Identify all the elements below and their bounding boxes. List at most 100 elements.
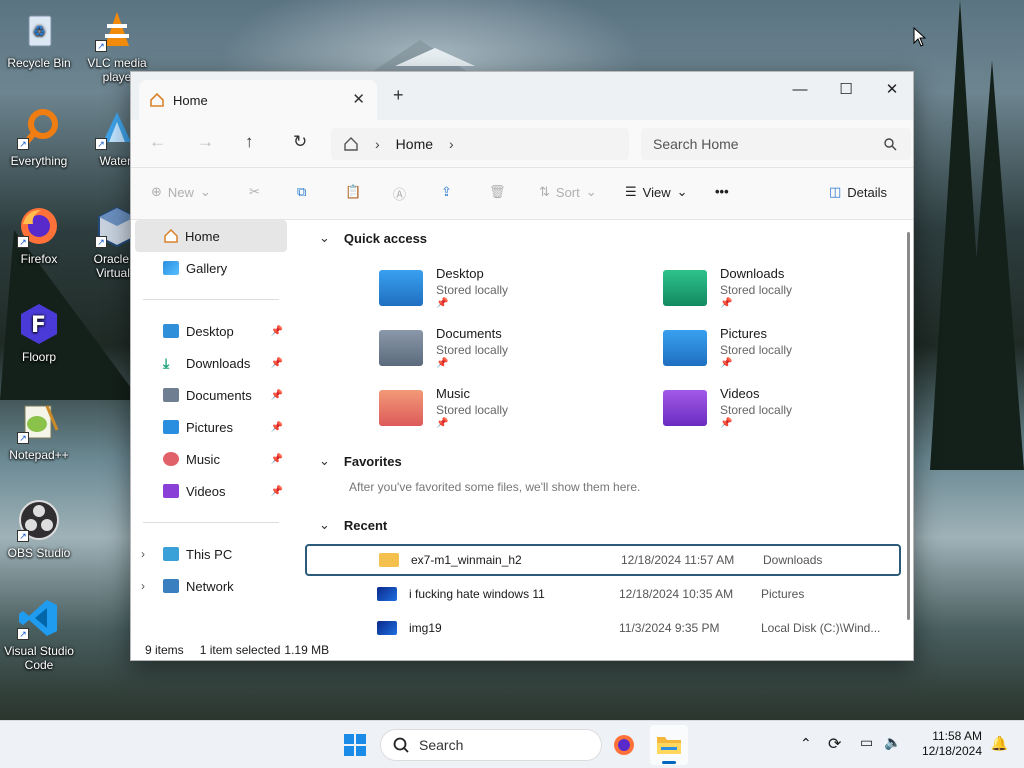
taskbar-firefox[interactable] (612, 733, 636, 760)
sidebar-item-videos[interactable]: Videos 📌 (131, 475, 291, 507)
pc-icon (163, 547, 179, 561)
pin-icon[interactable]: 📌 (271, 422, 283, 433)
desktop-icon-floorp[interactable]: F Floorp (2, 302, 76, 364)
status-bar: 9 items 1 item selected 1.19 MB (131, 638, 915, 662)
pin-icon[interactable]: 📌 (271, 358, 283, 369)
sidebar-item-downloads[interactable]: ⤓ Downloads 📌 (131, 347, 291, 379)
sidebar-item-network[interactable]: › Network (131, 570, 291, 602)
pin-icon[interactable]: 📌 (271, 390, 283, 401)
quick-access-item[interactable]: Videos Stored locally 📌 (663, 386, 792, 429)
forward-button[interactable]: → (197, 132, 214, 152)
sync-status-icon[interactable]: ⟳ (828, 734, 841, 754)
desktop-icon-label: OBS Studio (7, 546, 71, 560)
close-window-button[interactable]: ✕ (869, 76, 915, 106)
quick-access-item[interactable]: Documents Stored locally 📌 (379, 326, 508, 369)
vlc-icon: ↗ (95, 8, 139, 52)
music-icon (163, 452, 179, 466)
chevron-right-icon[interactable]: › (141, 579, 145, 593)
quick-access-item[interactable]: Music Stored locally 📌 (379, 386, 508, 429)
quick-access-item[interactable]: Desktop Stored locally 📌 (379, 266, 508, 309)
cut-button[interactable]: ✂ (249, 184, 260, 200)
share-icon: ⇪ (441, 184, 452, 199)
sidebar-item-home[interactable]: Home (135, 220, 287, 252)
sidebar-item-this-pc[interactable]: › This PC (131, 538, 291, 570)
sidebar-item-music[interactable]: Music 📌 (131, 443, 291, 475)
home-icon (344, 137, 358, 151)
pin-icon[interactable]: 📌 (271, 486, 283, 497)
new-tab-button[interactable]: + (393, 85, 404, 106)
desktop-icon-firefox[interactable]: ↗ Firefox (2, 204, 76, 266)
desktop-icon-notepadpp[interactable]: ↗ Notepad++ (2, 400, 76, 462)
recycle-bin-icon: ♻ (17, 8, 61, 52)
vertical-scrollbar[interactable] (907, 232, 910, 620)
minimize-button[interactable]: — (777, 76, 823, 106)
sort-button[interactable]: ⇅ Sort ⌄ (539, 184, 597, 200)
recent-row[interactable]: i fucking hate windows 11 12/18/2024 10:… (305, 578, 901, 610)
sidebar-item-pictures[interactable]: Pictures 📌 (131, 411, 291, 443)
favorites-empty-text: After you've favorited some files, we'll… (349, 480, 641, 494)
chevron-down-icon[interactable]: ⌄ (319, 230, 330, 246)
desktop-icon-recycle-bin[interactable]: ♻ Recycle Bin (2, 8, 76, 70)
address-bar: ← → ↑ ↻ › Home › Search Home (131, 120, 913, 168)
search-input[interactable]: Search Home (641, 128, 911, 160)
tab-home[interactable]: Home ✕ (139, 80, 377, 120)
desktop-icon-obs[interactable]: ↗ OBS Studio (2, 498, 76, 560)
maximize-button[interactable]: ☐ (823, 76, 869, 106)
pin-icon[interactable]: 📌 (271, 326, 283, 337)
show-hidden-icons-button[interactable]: ⌃ (800, 735, 812, 752)
refresh-button[interactable]: ↻ (293, 132, 307, 152)
notification-bell-icon[interactable]: 🔔 (991, 735, 1008, 752)
chevron-down-icon[interactable]: ⌄ (319, 517, 330, 533)
up-button[interactable]: ↑ (245, 132, 254, 152)
share-button[interactable]: ⇪ (441, 184, 452, 200)
breadcrumb-chevron[interactable]: › (449, 136, 454, 152)
obs-icon: ↗ (17, 498, 61, 542)
chevron-right-icon[interactable]: › (141, 547, 145, 561)
desktop-icon-vscode[interactable]: ↗ Visual Studio Code (2, 596, 76, 672)
trash-icon: 🗑 (489, 184, 506, 199)
paste-button[interactable]: 📋 (345, 184, 361, 200)
delete-button[interactable]: 🗑 (489, 184, 506, 200)
taskbar-search[interactable]: Search (380, 729, 602, 761)
clock[interactable]: 11:58 AM 12/18/2024 (922, 729, 982, 759)
notepadpp-icon: ↗ (17, 400, 61, 444)
sidebar-item-gallery[interactable]: Gallery (131, 252, 291, 284)
firefox-icon: ↗ (17, 204, 61, 248)
copy-button[interactable]: ⧉ (297, 184, 306, 200)
new-button[interactable]: ⊕ New ⌄ (151, 184, 211, 200)
search-icon (884, 137, 897, 150)
gallery-icon (163, 261, 179, 275)
start-button[interactable] (344, 734, 366, 756)
recent-row[interactable]: ex7-m1_winmain_h2 12/18/2024 11:57 AM Do… (305, 544, 901, 576)
sidebar-item-desktop[interactable]: Desktop 📌 (131, 315, 291, 347)
section-favorites[interactable]: ⌄ Favorites (319, 453, 402, 469)
everything-search-icon: ↗ (17, 106, 61, 150)
pin-icon: 📌 (720, 358, 733, 369)
breadcrumb[interactable]: › Home › (331, 128, 629, 160)
back-button[interactable]: ← (149, 132, 166, 152)
breadcrumb-home[interactable]: Home (396, 136, 433, 152)
breadcrumb-separator: › (375, 136, 380, 152)
folder-icon (657, 737, 681, 754)
desktop-icon-everything[interactable]: ↗ Everything (2, 106, 76, 168)
quick-access-item[interactable]: Pictures Stored locally 📌 (663, 326, 792, 369)
quick-access-item[interactable]: Downloads Stored locally 📌 (663, 266, 792, 309)
display-icon[interactable]: ▭ (860, 734, 873, 751)
desktop-icon-label: Notepad++ (9, 448, 69, 462)
section-quick-access[interactable]: ⌄ Quick access (319, 230, 427, 246)
videos-icon (163, 484, 179, 498)
details-pane-icon: ◫ (829, 184, 842, 199)
sidebar-item-documents[interactable]: Documents 📌 (131, 379, 291, 411)
rename-button[interactable]: Ⓐ (393, 184, 406, 203)
chevron-down-icon[interactable]: ⌄ (319, 453, 330, 469)
taskbar-file-explorer[interactable] (650, 725, 688, 765)
view-button[interactable]: ☰ View ⌄ (625, 184, 688, 200)
more-options-button[interactable]: ••• (715, 184, 729, 199)
section-recent[interactable]: ⌄ Recent (319, 517, 387, 533)
desktop-icon-label: Firefox (20, 252, 58, 266)
rename-icon: Ⓐ (393, 187, 407, 202)
details-button[interactable]: ◫ Details (829, 184, 887, 200)
close-tab-icon[interactable]: ✕ (352, 90, 365, 108)
volume-icon[interactable]: 🔈 (884, 734, 901, 751)
pin-icon[interactable]: 📌 (271, 454, 283, 465)
